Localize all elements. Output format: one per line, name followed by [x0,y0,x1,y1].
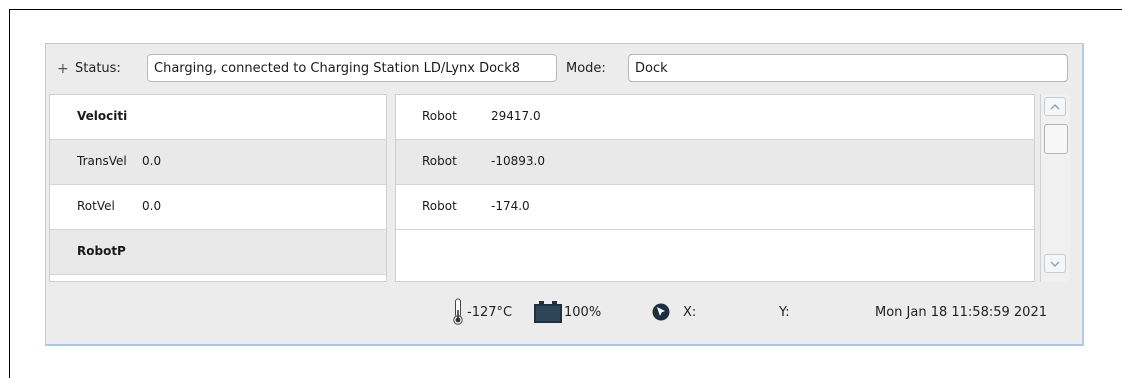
row-value: -10893.0 [491,154,545,168]
thermometer-icon [453,298,463,325]
row-value: 29417.0 [491,109,541,123]
row-name: Robot [422,199,457,213]
row-value: -174.0 [491,199,530,213]
battery-readout: 100% [564,305,602,320]
row-name: Robot [422,109,457,123]
table-row[interactable]: Velociti [50,95,386,140]
row-name: TransVel [77,154,127,168]
y-coordinate-label: Y: [779,305,790,320]
status-field[interactable]: Charging, connected to Charging Station … [147,54,557,82]
row-header: RobotP [77,244,126,258]
status-header: + Status: Charging, connected to Chargin… [46,44,1082,92]
left-data-table: Velociti TransVel 0.0 RotVel 0.0 RobotP [49,94,387,282]
vertical-scrollbar[interactable] [1040,94,1070,282]
row-header: Velociti [77,109,128,123]
right-data-table: Robot 29417.0 Robot -10893.0 Robot -174.… [395,94,1035,282]
table-row[interactable]: TransVel 0.0 [50,140,386,185]
row-name: Robot [422,154,457,168]
table-row[interactable]: RobotP [50,230,386,275]
table-row[interactable]: Robot -174.0 [396,185,1034,230]
temperature-readout: -127°C [467,305,513,320]
cursor-icon [652,303,670,321]
scroll-up-button[interactable] [1044,97,1066,116]
table-row[interactable]: Robot -10893.0 [396,140,1034,185]
expand-button[interactable]: + [57,61,69,77]
table-row[interactable] [396,230,1034,275]
status-label: Status: [75,61,121,76]
chevron-down-icon [1050,261,1060,267]
robot-status-panel: + Status: Charging, connected to Chargin… [45,43,1084,346]
mode-label: Mode: [566,61,606,76]
row-value: 0.0 [142,154,162,168]
battery-icon [534,301,562,323]
x-coordinate-label: X: [683,305,697,320]
datetime-readout: Mon Jan 18 11:58:59 2021 [875,305,1047,320]
status-footer: -127°C 100% X: Y: Mon Jan 18 11:58:59 20… [46,286,1082,344]
row-name: RotVel [77,199,115,213]
scroll-down-button[interactable] [1044,254,1066,273]
mode-field[interactable]: Dock [628,54,1068,82]
table-row[interactable]: Robot 29417.0 [396,95,1034,140]
scroll-thumb[interactable] [1044,124,1068,154]
chevron-up-icon [1050,104,1060,110]
table-row[interactable]: RotVel 0.0 [50,185,386,230]
row-value: 0.0 [142,199,162,213]
